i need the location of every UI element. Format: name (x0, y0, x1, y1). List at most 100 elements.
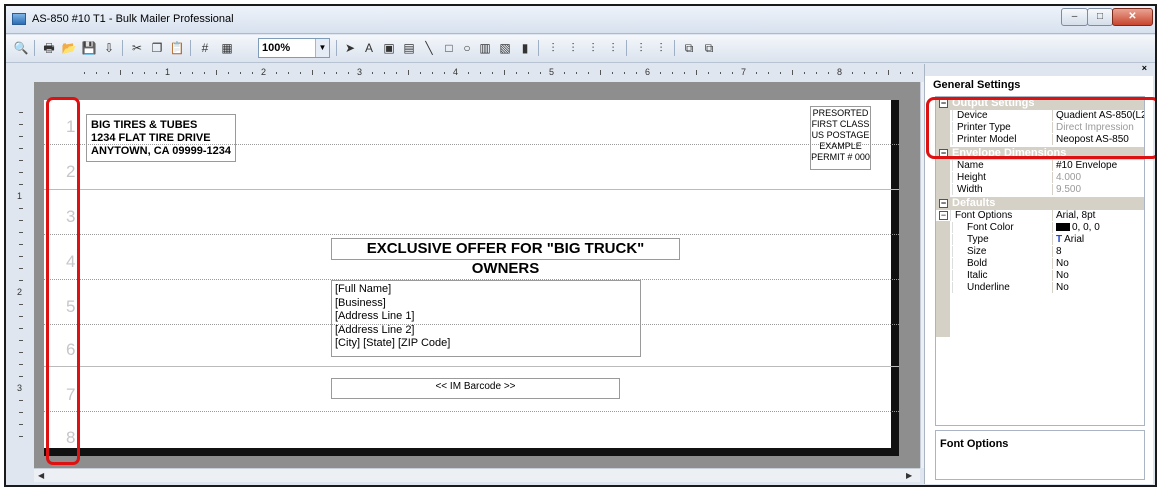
print-preview-icon[interactable]: 🔍 (12, 39, 30, 57)
paste-icon[interactable]: 📋 (168, 39, 186, 57)
property-name: Height (952, 172, 1062, 183)
property-row[interactable]: Height 4.000 (936, 172, 1144, 183)
property-value[interactable]: No (1052, 282, 1144, 293)
property-value[interactable]: 8 (1052, 246, 1144, 257)
ruler-label: 5 (549, 67, 555, 77)
ruler-tick (300, 72, 301, 74)
indicia-tool-icon[interactable]: ▧ (496, 39, 514, 57)
ruler-tick (672, 72, 673, 74)
ruler-tick (912, 72, 913, 74)
ruler-tick (108, 72, 109, 74)
chart-tool-icon[interactable]: ▮ (516, 39, 534, 57)
close-button[interactable]: ✕ (1112, 8, 1153, 26)
vertical-ruler: 1 2 3 (14, 84, 28, 456)
property-row[interactable]: Italic No (936, 270, 1144, 281)
address-field: [Full Name] (335, 283, 392, 295)
ruler-tick (588, 72, 589, 74)
grid-icon[interactable]: # (196, 39, 214, 57)
font-type-value: Arial (1064, 234, 1085, 245)
snap-grid-icon[interactable]: ▦ (218, 39, 236, 57)
bring-front-icon[interactable]: ⧉ (680, 39, 698, 57)
align-top-icon[interactable]: ⫶ (584, 39, 602, 57)
property-value[interactable]: 9.500 (1052, 184, 1144, 195)
im-barcode-block[interactable]: << IM Barcode >> (331, 378, 620, 399)
ruler-tick (816, 72, 817, 74)
zoom-select[interactable]: 100% ▼ (258, 38, 330, 58)
ruler-tick (804, 72, 805, 74)
cut-icon[interactable]: ✂ (128, 39, 146, 57)
ruler-tick (324, 72, 325, 74)
barcode-tool-icon[interactable]: ▥ (476, 39, 494, 57)
offer-text-block[interactable]: EXCLUSIVE OFFER FOR "BIG TRUCK" OWNERS (331, 238, 680, 277)
chevron-down-icon[interactable]: ▼ (315, 39, 329, 57)
indicia-line: PRESORTED (812, 108, 869, 118)
ruler-tick (19, 172, 23, 173)
property-row[interactable]: Underline No (936, 282, 1144, 293)
text-tool-icon[interactable]: A (360, 39, 378, 57)
color-value: 0, 0, 0 (1072, 222, 1100, 233)
property-value[interactable]: 0, 0, 0 (1052, 222, 1144, 233)
ruler-tick (684, 72, 685, 74)
property-row[interactable]: Type T Arial (936, 234, 1144, 245)
property-name: Bold (952, 258, 1062, 269)
postage-indicia[interactable]: PRESORTED FIRST CLASS US POSTAGE EXAMPLE… (810, 106, 871, 170)
category-defaults[interactable]: − Defaults (936, 197, 1144, 210)
send-back-icon[interactable]: ⧉ (700, 39, 718, 57)
property-row[interactable]: − Font Options Arial, 8pt (936, 210, 1144, 222)
fill-tool-icon[interactable]: ▤ (400, 39, 418, 57)
property-row[interactable]: Font Color 0, 0, 0 (936, 222, 1144, 233)
property-value[interactable]: Arial, 8pt (1052, 210, 1144, 221)
line-tool-icon[interactable]: ╲ (420, 39, 438, 57)
pointer-icon[interactable]: ➤ (341, 39, 359, 57)
save-icon[interactable]: 💾 (80, 39, 98, 57)
return-address-block[interactable]: BIG TIRES & TUBES 1234 FLAT TIRE DRIVE A… (86, 114, 236, 162)
property-description: Font Options (935, 430, 1145, 480)
design-canvas[interactable]: 1 2 3 4 5 6 7 8 BIG TIRES & TUBES 1234 F… (34, 82, 920, 468)
property-row[interactable]: Size 8 (936, 246, 1144, 257)
image-tool-icon[interactable]: ▣ (380, 39, 398, 57)
property-value[interactable]: #10 Envelope (1052, 160, 1144, 171)
property-row[interactable]: Bold No (936, 258, 1144, 269)
property-value[interactable]: 4.000 (1052, 172, 1144, 183)
print-icon[interactable]: 🖶 (40, 39, 58, 57)
save-as-icon[interactable]: ⇩ (100, 39, 118, 57)
copy-icon[interactable]: ❐ (148, 39, 166, 57)
property-value[interactable]: No (1052, 270, 1144, 281)
property-row[interactable]: Name #10 Envelope (936, 160, 1144, 171)
scroll-left-icon[interactable]: ◀ (38, 471, 44, 480)
ruler-tick (19, 232, 23, 233)
ruler-tick (19, 424, 23, 425)
ruler-tick (19, 220, 23, 221)
ruler-tick (19, 160, 23, 161)
ruler-tick (19, 148, 23, 149)
property-value[interactable]: No (1052, 258, 1144, 269)
distribute-icon[interactable]: ⫶ (632, 39, 650, 57)
address-field: [Address Line 2] (335, 323, 415, 336)
property-row[interactable]: Width 9.500 (936, 184, 1144, 195)
property-value[interactable]: T Arial (1052, 234, 1144, 245)
recipient-address-block[interactable]: [Full Name] [Business] [Address Line 1] … (331, 280, 641, 357)
collapse-icon[interactable]: − (939, 199, 948, 208)
toolbar-separator (336, 40, 337, 56)
envelope-layout[interactable]: 1 2 3 4 5 6 7 8 BIG TIRES & TUBES 1234 F… (44, 100, 899, 456)
align-bottom-icon[interactable]: ⫶ (604, 39, 622, 57)
panel-close-icon[interactable]: × (1142, 63, 1147, 73)
minimize-button[interactable]: ‒ (1061, 8, 1088, 26)
open-icon[interactable]: 📂 (60, 39, 78, 57)
horizontal-scrollbar[interactable]: ◀ ▶ (34, 468, 920, 482)
line-number-highlight (46, 97, 80, 465)
collapse-icon[interactable]: − (939, 211, 948, 220)
ruler-tick (216, 70, 217, 75)
align-left-icon[interactable]: ⫶ (544, 39, 562, 57)
align-center-icon[interactable]: ⫶ (564, 39, 582, 57)
distribute-vertical-icon[interactable]: ⫶ (652, 39, 670, 57)
ellipse-tool-icon[interactable]: ○ (458, 39, 476, 57)
maximize-button[interactable]: □ (1087, 8, 1113, 26)
color-swatch (1056, 223, 1070, 231)
ruler-tick (636, 72, 637, 74)
ruler-tick (240, 72, 241, 74)
scroll-right-icon[interactable]: ▶ (906, 471, 912, 480)
ruler-label: 1 (165, 67, 171, 77)
rectangle-tool-icon[interactable]: □ (440, 39, 458, 57)
ruler-tick (19, 316, 23, 317)
